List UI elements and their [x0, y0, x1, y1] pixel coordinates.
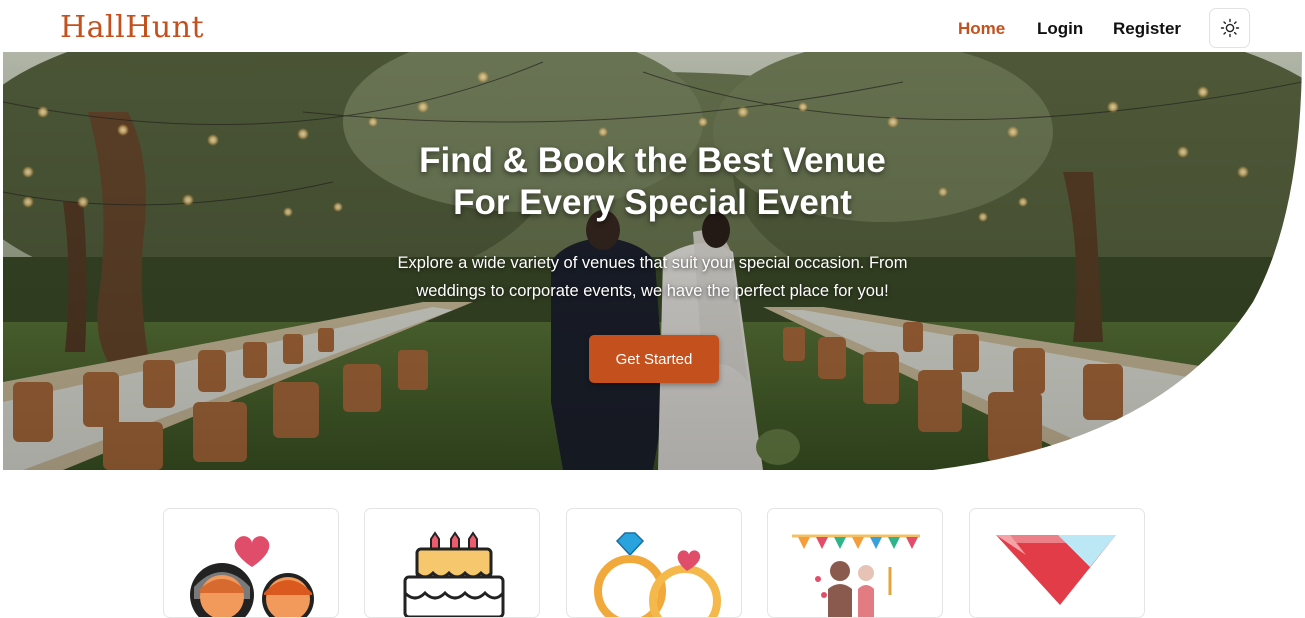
hero-subtitle: Explore a wide variety of venues that su… — [3, 249, 1302, 305]
couple-heart-icon — [190, 536, 314, 617]
hero-title-line-1: Find & Book the Best Venue — [419, 141, 886, 180]
nav-register-link[interactable]: Register — [1113, 19, 1181, 39]
hero-title: Find & Book the Best Venue For Every Spe… — [3, 140, 1302, 224]
cake-icon — [403, 531, 505, 617]
party-bunting-icon — [792, 534, 920, 617]
hero-subtitle-line-1: Explore a wide variety of venues that su… — [397, 254, 908, 272]
nav-login-link[interactable]: Login — [1037, 19, 1083, 39]
nav-home-link[interactable]: Home — [958, 19, 1005, 39]
category-card-rings[interactable] — [566, 508, 742, 618]
logo[interactable]: HallHunt — [60, 10, 204, 45]
navbar: HallHunt Home Login Register — [0, 0, 1305, 52]
theme-toggle-button[interactable] — [1209, 8, 1250, 48]
get-started-button[interactable]: Get Started — [589, 335, 719, 383]
hero-banner: Find & Book the Best Venue For Every Spe… — [3, 52, 1302, 470]
sun-icon — [1220, 18, 1239, 38]
category-card-cake[interactable] — [364, 508, 540, 618]
hero-subtitle-line-2: weddings to corporate events, we have th… — [416, 282, 889, 300]
category-card-party[interactable] — [767, 508, 943, 618]
category-card-cocktail[interactable] — [969, 508, 1145, 618]
cocktail-icon — [996, 535, 1116, 605]
rings-icon — [594, 532, 721, 617]
hero-title-line-2: For Every Special Event — [453, 183, 852, 222]
category-card-couple[interactable] — [163, 508, 339, 618]
